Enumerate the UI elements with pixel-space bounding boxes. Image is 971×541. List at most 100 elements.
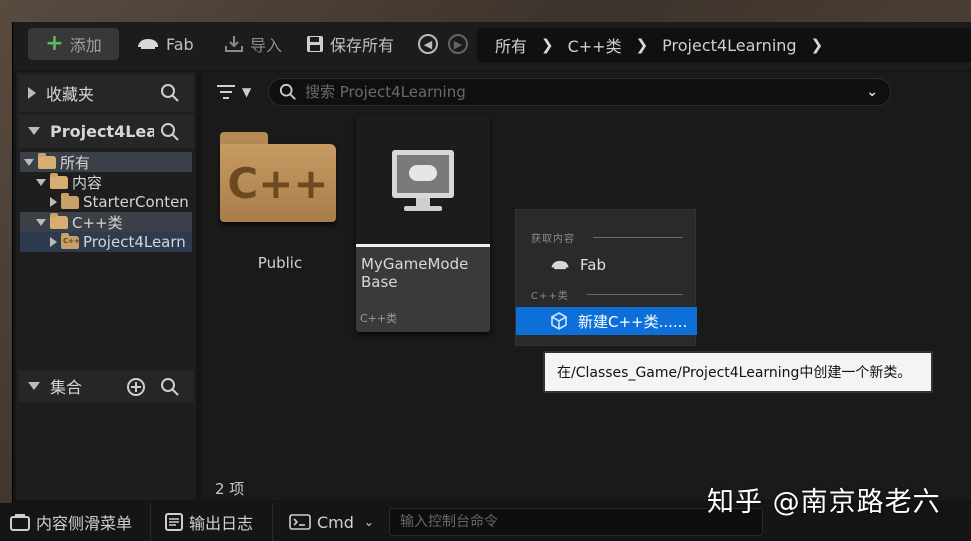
import-button-label: 导入 — [250, 36, 283, 55]
content-drawer-button[interactable]: 内容侧滑菜单 — [10, 503, 132, 541]
menu-section-cpp: C++类 — [531, 287, 683, 302]
collapse-arrow-icon — [36, 218, 46, 226]
folder-open-icon — [50, 172, 68, 189]
output-log-button[interactable]: 输出日志 — [165, 503, 253, 541]
menu-item-fab[interactable]: Fab — [516, 251, 697, 279]
save-all-button-label: 保存所有 — [330, 36, 395, 55]
arrow-left-icon: ◀ — [418, 34, 438, 54]
cmd-dropdown[interactable]: Cmd ⌄ — [289, 503, 374, 541]
divider — [150, 503, 151, 541]
history-back-button[interactable]: ◀ — [418, 34, 438, 54]
cpp-folder-icon: C++ — [220, 144, 336, 222]
search-icon — [279, 83, 296, 100]
divider — [272, 503, 273, 541]
section-label: 获取内容 — [531, 234, 575, 245]
import-button[interactable]: 导入 — [224, 28, 282, 60]
breadcrumb-item-cpp-classes[interactable]: C++类 — [568, 33, 622, 57]
menu-item-label: Fab — [580, 256, 606, 274]
folder-open-icon — [38, 152, 56, 169]
save-all-button[interactable]: 保存所有 — [306, 28, 394, 60]
filter-button[interactable]: ▼ — [216, 84, 251, 100]
collapse-arrow-icon — [36, 178, 46, 186]
breadcrumb: 所有 ❯ C++类 ❯ Project4Learning ❯ — [477, 28, 971, 62]
collapse-arrow-icon — [28, 127, 40, 135]
collapse-arrow-icon — [24, 158, 34, 166]
tree-item-label: Project4Learn — [83, 233, 186, 251]
gamepad-icon — [409, 165, 437, 181]
collapse-arrow-icon — [28, 382, 40, 390]
collections-label: 集合 — [50, 378, 83, 397]
search-icon[interactable] — [160, 377, 180, 397]
content-drawer-icon — [10, 514, 30, 531]
tree-item-all[interactable]: 所有 — [20, 152, 192, 172]
divider — [593, 237, 683, 238]
chevron-right-icon[interactable]: ❯ — [541, 36, 554, 54]
watermark: 知乎 @南京路老六 — [707, 487, 941, 518]
import-icon — [225, 36, 243, 52]
output-log-label: 输出日志 — [189, 514, 254, 533]
asset-type-label: C++类 — [360, 312, 398, 325]
asset-thumbnail — [356, 116, 490, 244]
tree-item-cpp-classes[interactable]: C++类 — [20, 212, 192, 232]
menu-section-get-content: 获取内容 — [531, 230, 683, 245]
monitor-base — [404, 206, 442, 211]
fab-button[interactable]: Fab — [136, 28, 194, 60]
add-button[interactable]: + 添加 — [28, 28, 119, 60]
asset-info: MyGameMode Base C++类 — [356, 247, 490, 332]
arrow-right-icon: ▶ — [448, 34, 468, 54]
asset-search-bar[interactable]: ⌄ — [268, 78, 891, 106]
tree-item-starter-content[interactable]: StarterConten — [20, 192, 192, 212]
fab-icon — [138, 39, 158, 49]
chevron-right-icon[interactable]: ❯ — [636, 36, 649, 54]
section-label: C++类 — [531, 291, 569, 302]
chevron-down-icon: ⌄ — [363, 515, 374, 529]
breadcrumb-item-all[interactable]: 所有 — [495, 33, 527, 57]
tree-item-label: C++类 — [72, 213, 123, 232]
chevron-right-icon[interactable]: ❯ — [811, 36, 824, 54]
folder-icon — [61, 192, 79, 209]
divider — [586, 294, 683, 295]
tooltip: 在/Classes_Game/Project4Learning中创建一个新类。 — [543, 351, 933, 393]
asset-card-mygamemodebase[interactable]: MyGameMode Base C++类 — [356, 116, 490, 332]
asset-name-line2: Base — [361, 273, 398, 291]
tree-item-label: StarterConten — [83, 193, 189, 211]
search-icon[interactable] — [160, 83, 180, 103]
tree-item-label: 内容 — [72, 173, 103, 192]
history-forward-button[interactable]: ▶ — [448, 34, 468, 54]
save-icon — [307, 36, 323, 52]
tree-item-label: 所有 — [60, 153, 91, 172]
expand-arrow-icon — [28, 87, 36, 99]
folder-name: Public — [257, 254, 303, 272]
favorites-label: 收藏夹 — [46, 85, 95, 104]
asset-name-line1: MyGameMode — [361, 255, 469, 273]
menu-item-label: 新建C++类...... — [578, 312, 688, 331]
chevron-down-icon[interactable]: ⌄ — [866, 84, 878, 100]
add-circle-icon[interactable] — [126, 377, 146, 397]
search-icon[interactable] — [160, 122, 180, 142]
filter-icon — [217, 85, 235, 99]
expand-arrow-icon — [50, 237, 57, 247]
monitor-stand — [416, 198, 430, 206]
menu-item-new-cpp-class[interactable]: 新建C++类...... — [516, 307, 697, 335]
asset-search-input[interactable] — [305, 83, 859, 101]
terminal-icon — [289, 514, 311, 530]
fab-icon — [551, 260, 569, 270]
add-button-label: 添加 — [69, 36, 102, 55]
folder-open-icon — [50, 212, 68, 229]
cube-icon — [551, 312, 567, 330]
item-count: 2 项 — [215, 480, 245, 498]
breadcrumb-item-project[interactable]: Project4Learning — [662, 36, 796, 55]
content-drawer-label: 内容侧滑菜单 — [36, 514, 133, 533]
folder-tile-public[interactable]: C++ — [220, 132, 336, 222]
cpp-folder-icon — [61, 232, 80, 249]
project-label: Project4Learn — [50, 121, 154, 141]
log-icon — [165, 513, 183, 531]
tree-item-content[interactable]: 内容 — [20, 172, 192, 192]
monitor-icon — [392, 150, 454, 198]
fab-button-label: Fab — [166, 34, 194, 54]
folder-tree: 所有 内容 StarterConten C++类 Project4Learn — [20, 152, 192, 252]
tree-item-project[interactable]: Project4Learn — [20, 232, 192, 252]
expand-arrow-icon — [50, 197, 57, 207]
plus-icon: + — [45, 31, 64, 56]
context-menu: 获取内容 Fab C++类 新建C++类...... — [515, 209, 697, 346]
